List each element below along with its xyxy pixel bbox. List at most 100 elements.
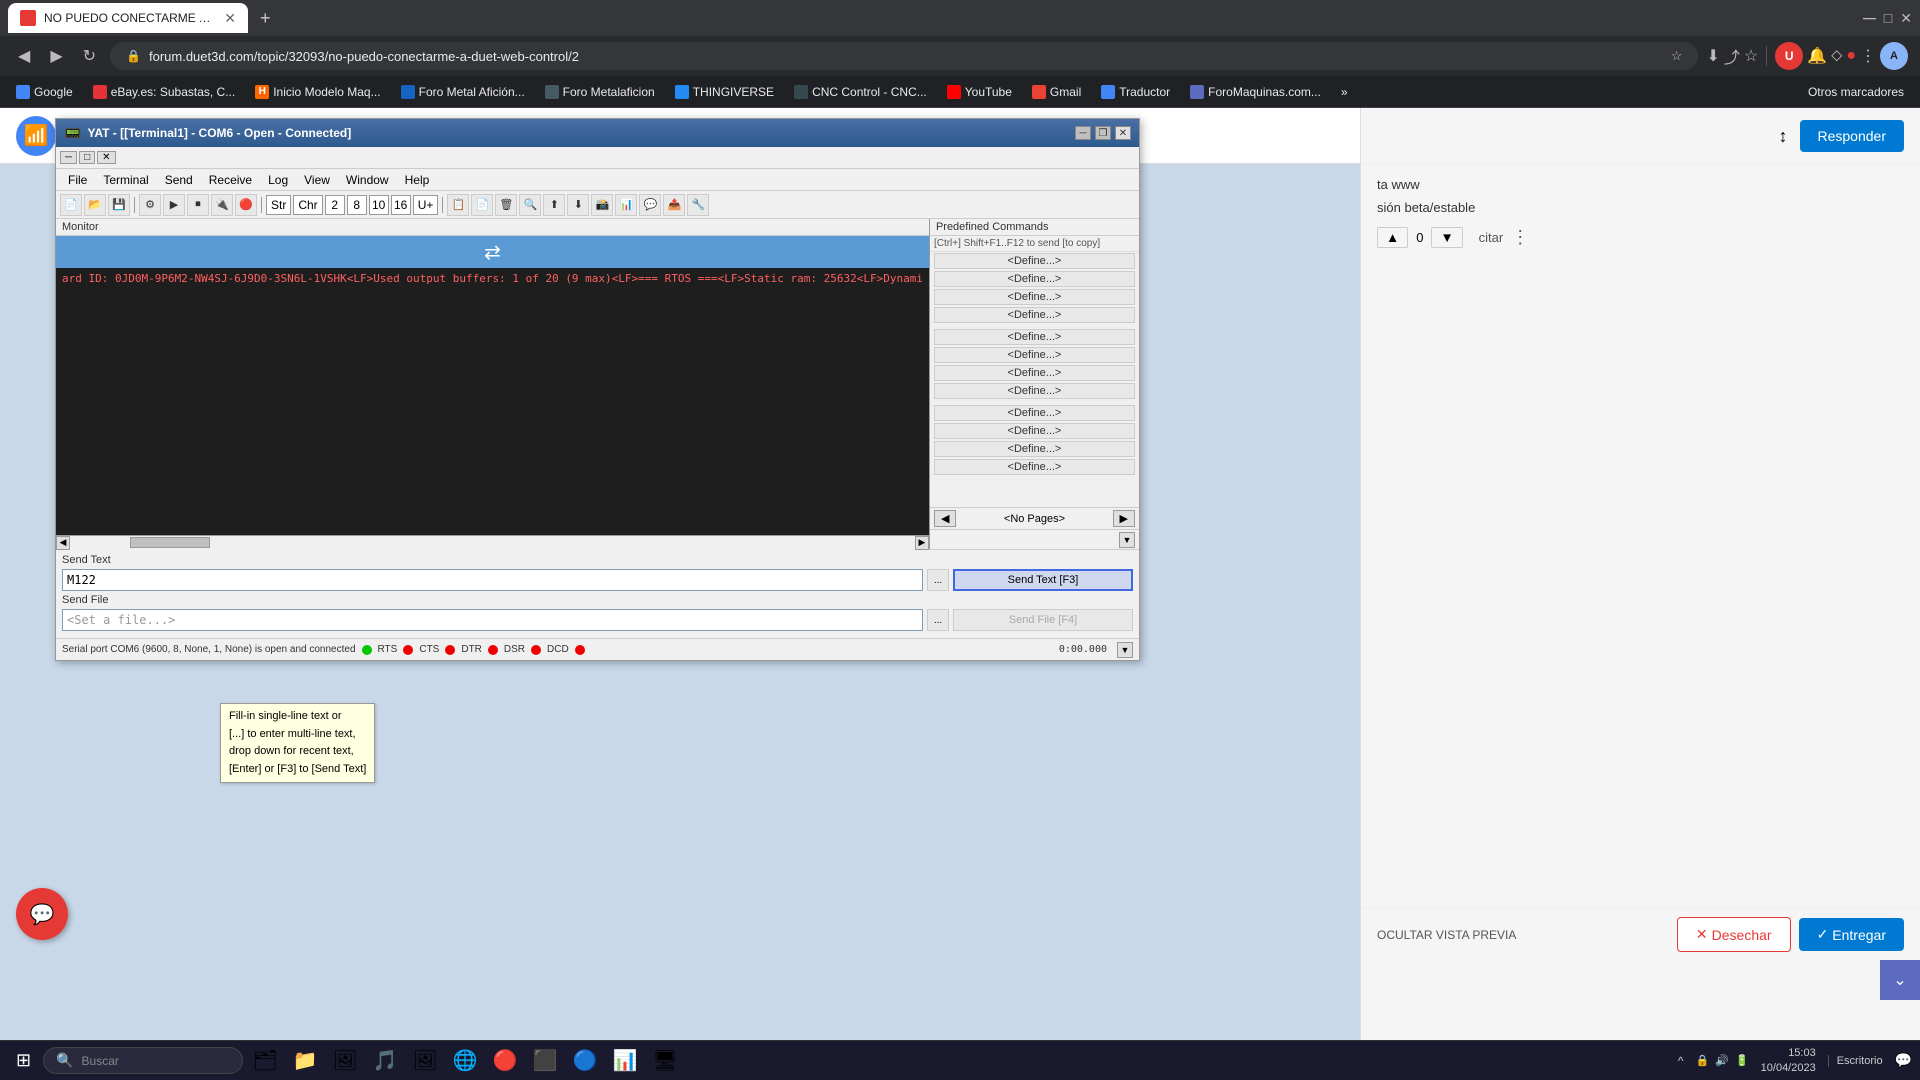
extensions-icon[interactable]: ⬦ <box>1831 47 1842 65</box>
taskbar-app-chrome[interactable]: 🌐 <box>447 1043 483 1079</box>
expand-button[interactable]: ⌄ <box>1880 960 1920 1000</box>
predefined-btn-2[interactable]: <Define...> <box>934 271 1135 287</box>
bookmark-youtube[interactable]: YouTube <box>939 83 1020 101</box>
bookmark-inicio[interactable]: H Inicio Modelo Maq... <box>247 83 388 101</box>
menu-icon[interactable]: ⋮ <box>1860 46 1876 66</box>
toolbar-btn-7[interactable]: ⬇ <box>567 194 589 216</box>
share-icon[interactable]: ⤴ <box>1724 44 1740 68</box>
start-button[interactable]: ⊞ <box>8 1046 39 1075</box>
menu-receive[interactable]: Receive <box>201 171 260 189</box>
scroll-thumb[interactable] <box>130 537 210 548</box>
reply-button[interactable]: Responder <box>1800 120 1905 152</box>
bookmark-foro-metalaficion[interactable]: Foro Metalaficion <box>537 83 663 101</box>
toolbar-copy-button[interactable]: 📋 <box>447 194 469 216</box>
taskbar-app-explorer[interactable]: 🗂 <box>247 1043 283 1079</box>
account-icon[interactable]: ● <box>1846 47 1856 65</box>
predefined-down-arrow[interactable]: ▼ <box>1119 532 1135 548</box>
send-file-button[interactable]: Send File [F4] <box>953 609 1133 631</box>
monitor-content[interactable]: ⇄ ard ID: 0JD0M-9P6M2-NW4SJ-6J9D0-3SN6L-… <box>56 236 929 535</box>
predefined-btn-12[interactable]: <Define...> <box>934 459 1135 475</box>
taskbar-app-spotify[interactable]: 🎵 <box>367 1043 403 1079</box>
tab-close-button[interactable]: ✕ <box>224 10 236 27</box>
window-close-button[interactable]: ✕ <box>1900 10 1912 27</box>
taskbar-app-blue[interactable]: 🔵 <box>567 1043 603 1079</box>
toolbar-btn-9[interactable]: 📊 <box>615 194 637 216</box>
preview-toggle[interactable]: OCULTAR VISTA PREVIA <box>1377 928 1516 942</box>
notification-center-icon[interactable]: 💬 <box>1895 1052 1912 1069</box>
url-bar[interactable]: 🔒 forum.duet3d.com/topic/32093/no-puedo-… <box>110 42 1698 70</box>
predefined-next-page[interactable]: ▶ <box>1113 510 1135 527</box>
window-maximize-button[interactable]: □ <box>1884 10 1892 26</box>
menu-view[interactable]: View <box>296 171 338 189</box>
predefined-btn-6[interactable]: <Define...> <box>934 347 1135 363</box>
menu-file[interactable]: File <box>60 171 95 189</box>
chat-widget-button[interactable]: 💬 <box>16 888 68 940</box>
toolbar-btn-1[interactable]: ⚙ <box>139 194 161 216</box>
toolbar-paste-button[interactable]: 📄 <box>471 194 493 216</box>
toolbar-btn-12[interactable]: 🔧 <box>687 194 709 216</box>
cite-label[interactable]: citar <box>1479 230 1504 245</box>
scroll-left-arrow[interactable]: ◀ <box>56 536 70 550</box>
yat-restore-btn[interactable]: □ <box>79 151 95 164</box>
send-file-input[interactable] <box>62 609 923 631</box>
user-avatar[interactable]: A <box>1880 42 1908 70</box>
back-button[interactable]: ◀ <box>12 42 36 70</box>
send-text-dots-button[interactable]: ... <box>927 569 949 591</box>
yat-close-btn[interactable]: ✕ <box>97 151 115 164</box>
toolbar-btn-8[interactable]: 📸 <box>591 194 613 216</box>
taskbar-app-photos[interactable]: 🖼 <box>407 1043 443 1079</box>
yat-min-btn[interactable]: ─ <box>60 151 77 164</box>
predefined-prev-page[interactable]: ◀ <box>934 510 956 527</box>
taskbar-app-dark[interactable]: ⬛ <box>527 1043 563 1079</box>
vote-down-button[interactable]: ▼ <box>1431 227 1462 248</box>
edit-icon-button[interactable]: ↕ <box>1775 122 1792 151</box>
taskbar-search-box[interactable]: 🔍 Buscar <box>43 1047 243 1074</box>
taskbar-clock[interactable]: 15:03 10/04/2023 <box>1761 1046 1816 1075</box>
menu-window[interactable]: Window <box>338 171 397 189</box>
vote-up-button[interactable]: ▲ <box>1377 227 1408 248</box>
discard-button[interactable]: ✕ Desechar <box>1677 917 1791 952</box>
toolbar-clear-button[interactable]: 🗑 <box>495 194 517 216</box>
bookmark-thingiverse[interactable]: THINGIVERSE <box>667 83 782 101</box>
bookmark-star-icon[interactable]: ☆ <box>1671 48 1683 64</box>
taskbar-app-task[interactable]: 🖼 <box>327 1043 363 1079</box>
predefined-btn-1[interactable]: <Define...> <box>934 253 1135 269</box>
status-expand-button[interactable]: ▼ <box>1117 642 1133 658</box>
menu-help[interactable]: Help <box>397 171 438 189</box>
taskbar-show-hidden-icon[interactable]: ^ <box>1678 1054 1684 1068</box>
yat-minimize-button[interactable]: ─ <box>1075 126 1091 140</box>
yat-close-button[interactable]: ✕ <box>1115 126 1131 140</box>
scroll-right-arrow[interactable]: ▶ <box>915 536 929 550</box>
toolbar-btn-3[interactable]: ⏹ <box>187 194 209 216</box>
taskbar-app-files[interactable]: 📁 <box>287 1043 323 1079</box>
taskbar-app-office[interactable]: 📊 <box>607 1043 643 1079</box>
predefined-btn-5[interactable]: <Define...> <box>934 329 1135 345</box>
reload-button[interactable]: ↻ <box>77 42 102 70</box>
toolbar-btn-4[interactable]: 🔌 <box>211 194 233 216</box>
bookmark-more[interactable]: » <box>1333 83 1356 101</box>
predefined-btn-3[interactable]: <Define...> <box>934 289 1135 305</box>
toolbar-btn-5[interactable]: 🔴 <box>235 194 257 216</box>
predefined-btn-4[interactable]: <Define...> <box>934 307 1135 323</box>
bookmark-foromaquinas[interactable]: ForoMaquinas.com... <box>1182 83 1329 101</box>
bookmark-foro-metal[interactable]: Foro Metal Afición... <box>393 83 533 101</box>
profile-avatar[interactable]: U <box>1775 42 1803 70</box>
predefined-btn-8[interactable]: <Define...> <box>934 383 1135 399</box>
toolbar-new-button[interactable]: 📄 <box>60 194 82 216</box>
send-text-button[interactable]: Send Text [F3] <box>953 569 1133 591</box>
toolbar-btn-10[interactable]: 💬 <box>639 194 661 216</box>
bookmark-ebay[interactable]: eBay.es: Subastas, C... <box>85 83 244 101</box>
toolbar-btn-2[interactable]: ▶ <box>163 194 185 216</box>
submit-button[interactable]: ✓ Entregar <box>1799 918 1904 951</box>
predefined-btn-7[interactable]: <Define...> <box>934 365 1135 381</box>
taskbar-app-monitor[interactable]: 🖥 <box>647 1043 683 1079</box>
downloads-icon[interactable]: ⬇ <box>1706 46 1719 66</box>
toolbar-btn-11[interactable]: 📤 <box>663 194 685 216</box>
toolbar-find-button[interactable]: 🔍 <box>519 194 541 216</box>
bookmark-otros[interactable]: Otros marcadores <box>1800 83 1912 101</box>
send-file-dots-button[interactable]: ... <box>927 609 949 631</box>
forward-button[interactable]: ▶ <box>44 42 68 70</box>
monitor-horizontal-scrollbar[interactable]: ◀ ▶ <box>56 535 929 549</box>
scroll-track[interactable] <box>70 536 915 550</box>
toolbar-save-button[interactable]: 💾 <box>108 194 130 216</box>
